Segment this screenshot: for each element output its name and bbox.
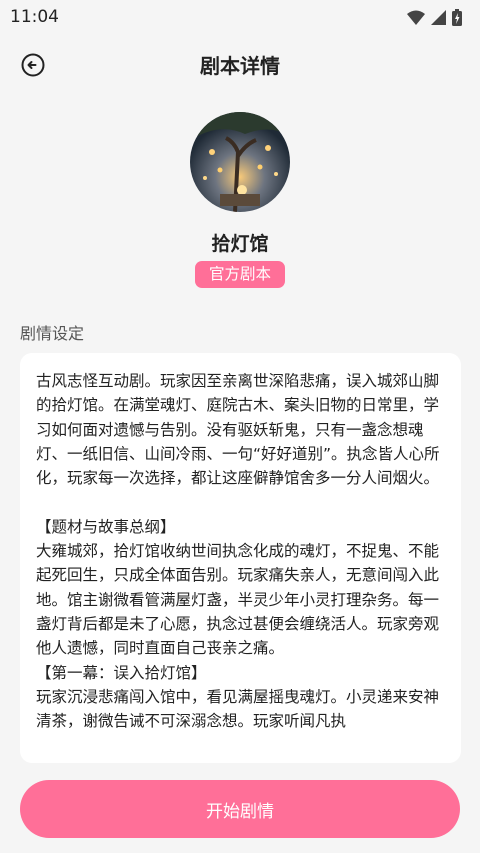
section-label: 剧情设定 (20, 324, 85, 343)
official-badge: 官方剧本 (195, 261, 285, 288)
description-text: 古风志怪互动剧。玩家因至亲离世深陷悲痛，误入城郊山脚的拾灯馆。在满堂魂灯、庭院古… (36, 372, 440, 731)
status-bar: 11:04 (0, 0, 480, 34)
start-story-button[interactable]: 开始剧情 (20, 780, 460, 838)
battery-icon (452, 8, 462, 26)
script-cover-image (190, 112, 290, 212)
status-time: 11:04 (10, 7, 59, 27)
wifi-icon (407, 10, 425, 25)
description-card[interactable]: 古风志怪互动剧。玩家因至亲离世深陷悲痛，误入城郊山脚的拾灯馆。在满堂魂灯、庭院古… (20, 353, 461, 763)
page-title: 剧本详情 (200, 54, 280, 78)
status-icons (407, 8, 462, 26)
script-name: 拾灯馆 (211, 233, 269, 255)
signal-icon (431, 9, 446, 25)
nav-bar: 剧本详情 (0, 40, 480, 88)
